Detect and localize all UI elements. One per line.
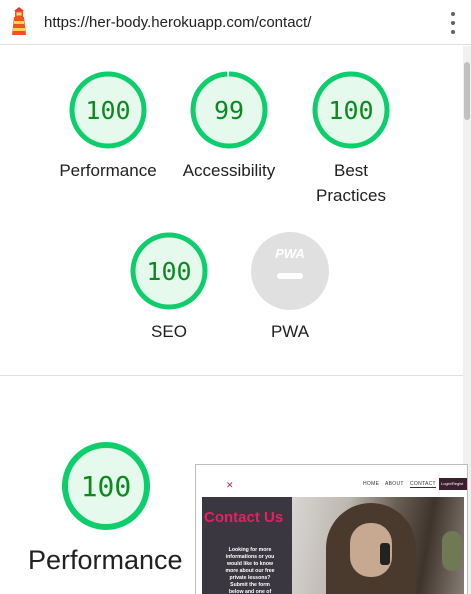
thumbnail-nav-login: Login/Regist	[439, 478, 467, 490]
performance-large-score: 100	[81, 470, 132, 503]
performance-large-label: Performance	[28, 545, 183, 575]
accessibility-score-ring: 99	[190, 71, 268, 149]
gauge-best-practices[interactable]: 100 Best Practices	[291, 70, 411, 208]
thumbnail-nav-about: ABOUT	[385, 481, 404, 487]
thumbnail-nav-contact: CONTACT	[410, 481, 436, 488]
thumbnail-hero-text: Looking for more informations or you wou…	[225, 547, 275, 594]
url-bar: https://her-body.herokuapp.com/contact/	[0, 0, 471, 45]
lighthouse-icon	[12, 7, 26, 35]
performance-gauge-large[interactable]: 100	[61, 441, 151, 536]
thumbnail-hero-title: Contact Us	[204, 509, 284, 526]
thumbnail-navbar: ✕ HOME ABOUT CONTACT Login/Regist	[196, 465, 467, 495]
kebab-menu-icon[interactable]	[446, 12, 460, 34]
gauge-accessibility[interactable]: 99 Accessibility	[169, 70, 289, 183]
best-practices-label: Best Practices	[316, 161, 386, 205]
best-practices-score-ring: 100	[312, 71, 390, 149]
gauge-performance[interactable]: 100 Performance	[48, 70, 168, 183]
performance-score-ring: 100	[69, 71, 147, 149]
performance-large-ring: 100	[62, 442, 150, 530]
thumbnail-hero-photo	[292, 497, 464, 594]
pwa-badge-text: PWA	[275, 246, 305, 261]
pwa-label: PWA	[270, 322, 310, 341]
accessibility-label: Accessibility	[182, 161, 276, 180]
performance-score: 100	[85, 96, 130, 125]
gauge-seo[interactable]: 100 SEO	[109, 231, 229, 344]
seo-score: 100	[146, 257, 191, 286]
thumbnail-hero-panel: Contact Us Looking for more informations…	[202, 497, 292, 594]
section-divider	[0, 375, 463, 376]
performance-label: Performance	[59, 161, 157, 180]
final-screenshot-thumbnail[interactable]: ✕ HOME ABOUT CONTACT Login/Regist Contac…	[195, 464, 468, 594]
thumbnail-hero: Contact Us Looking for more informations…	[202, 497, 464, 594]
pwa-dash-icon	[277, 273, 303, 279]
site-logo-icon: ✕	[226, 480, 234, 490]
seo-label: SEO	[151, 322, 187, 341]
pwa-badge-icon: PWA	[251, 232, 329, 310]
thumbnail-nav-home: HOME	[363, 481, 380, 487]
best-practices-score: 100	[328, 96, 373, 125]
accessibility-score: 99	[214, 96, 244, 125]
page-url[interactable]: https://her-body.herokuapp.com/contact/	[44, 14, 311, 31]
scrollbar-thumb[interactable]	[464, 62, 470, 120]
seo-score-ring: 100	[130, 232, 208, 310]
gauge-pwa[interactable]: PWA PWA	[230, 231, 350, 344]
